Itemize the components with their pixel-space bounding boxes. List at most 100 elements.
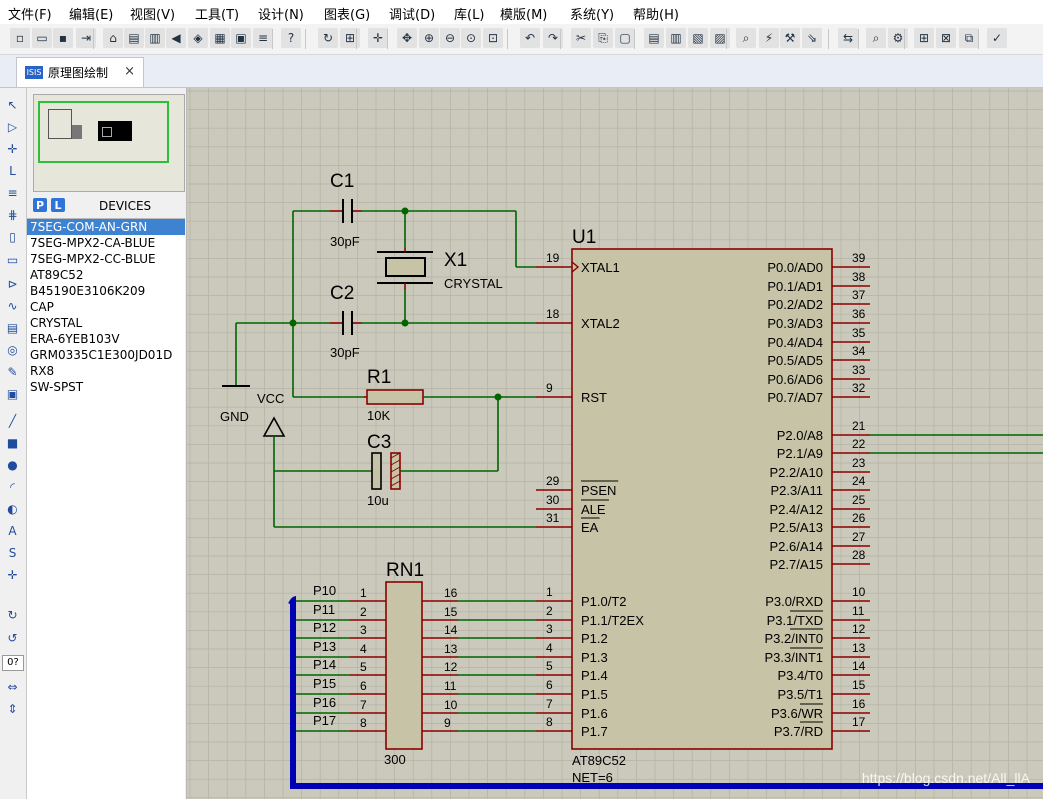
new-file-icon[interactable]: ▫: [10, 28, 30, 48]
ares-icon[interactable]: ▥: [145, 28, 165, 48]
bus-icon[interactable]: ⋕: [3, 206, 22, 223]
u1-pin-name: P2.0/A8: [777, 428, 823, 443]
menu-item-5[interactable]: 图表(G): [324, 4, 370, 23]
rotation-field[interactable]: 0?: [2, 655, 24, 671]
junction: [401, 319, 409, 327]
isis-icon[interactable]: ▤: [124, 28, 144, 48]
terminal-icon[interactable]: ▭: [3, 251, 22, 268]
box-icon[interactable]: ■: [3, 434, 22, 451]
make-device-icon[interactable]: ⚡: [759, 28, 779, 48]
device-item[interactable]: CRYSTAL: [27, 315, 185, 331]
circle-icon[interactable]: ●: [3, 456, 22, 473]
decompose-icon[interactable]: ⇘: [802, 28, 822, 48]
rotate-ccw-icon[interactable]: ↺: [3, 629, 22, 646]
text-script-icon[interactable]: ≡: [3, 184, 22, 201]
text-icon[interactable]: A: [3, 522, 22, 539]
menu-item-0[interactable]: 文件(F): [8, 4, 52, 23]
device-item[interactable]: 7SEG-MPX2-CA-BLUE: [27, 235, 185, 251]
overview-viewport[interactable]: [38, 101, 169, 163]
pick-icon[interactable]: ⌕: [736, 28, 756, 48]
select-mode-icon[interactable]: ↖: [3, 96, 22, 113]
home-icon[interactable]: ⌂: [103, 28, 123, 48]
zoom-in-icon[interactable]: ⊕: [419, 28, 439, 48]
pin-icon[interactable]: ⊳: [3, 275, 22, 292]
device-item[interactable]: 7SEG-COM-AN-GRN: [27, 219, 185, 235]
grid-icon[interactable]: ▦: [210, 28, 230, 48]
menu-item-3[interactable]: 工具(T): [195, 4, 239, 23]
undo-icon[interactable]: ↶: [520, 28, 540, 48]
subcircuit-icon[interactable]: ▯: [3, 228, 22, 245]
pan-icon[interactable]: ✥: [397, 28, 417, 48]
device-item[interactable]: RX8: [27, 363, 185, 379]
symbol-icon[interactable]: S: [3, 544, 22, 561]
device-list[interactable]: 7SEG-COM-AN-GRN 7SEG-MPX2-CA-BLUE 7SEG-MPX…: [27, 218, 185, 799]
flip-v-icon[interactable]: ⇕: [3, 700, 22, 717]
component-icon[interactable]: ◈: [188, 28, 208, 48]
new-sheet-icon[interactable]: ⊞: [914, 28, 934, 48]
tab-schematic[interactable]: ISIS 原理图绘制 ×: [16, 57, 144, 87]
pick-devices-button[interactable]: P: [33, 198, 47, 212]
netlist-icon[interactable]: ⧉: [959, 28, 979, 48]
block-move-icon[interactable]: ▥: [666, 28, 686, 48]
device-item[interactable]: GRM0335C1E300JD01D: [27, 347, 185, 363]
tab-close-icon[interactable]: ×: [124, 64, 135, 79]
tape-icon[interactable]: ▤: [3, 319, 22, 336]
remove-sheet-icon[interactable]: ⊠: [936, 28, 956, 48]
zoom-area-icon[interactable]: ⊡: [483, 28, 503, 48]
block-rotate-icon[interactable]: ▧: [688, 28, 708, 48]
help-icon[interactable]: ?: [281, 28, 301, 48]
wire-autoroute-icon[interactable]: ⇆: [838, 28, 858, 48]
menu-item-4[interactable]: 设计(N): [258, 4, 304, 23]
property-icon[interactable]: ⚙: [888, 28, 908, 48]
device-item[interactable]: CAP: [27, 299, 185, 315]
paste-icon[interactable]: ▢: [615, 28, 635, 48]
path-icon[interactable]: ◐: [3, 500, 22, 517]
zoom-all-icon[interactable]: ⊙: [461, 28, 481, 48]
rotate-cw-icon[interactable]: ↻: [3, 606, 22, 623]
bom-icon[interactable]: ≡: [253, 28, 273, 48]
origin-icon[interactable]: ✛: [368, 28, 388, 48]
block-delete-icon[interactable]: ▨: [710, 28, 730, 48]
back-icon[interactable]: ◀: [166, 28, 186, 48]
rn1-body[interactable]: [385, 581, 423, 750]
device-item[interactable]: 7SEG-MPX2-CC-BLUE: [27, 251, 185, 267]
menu-item-7[interactable]: 库(L): [454, 4, 484, 23]
package-icon[interactable]: ⚒: [780, 28, 800, 48]
copy-icon[interactable]: ⎘: [593, 28, 613, 48]
library-button[interactable]: L: [51, 198, 65, 212]
menu-item-6[interactable]: 调试(D): [389, 4, 435, 23]
menu-item-10[interactable]: 帮助(H): [633, 4, 679, 23]
component-mode-icon[interactable]: ▷: [3, 118, 22, 135]
graph-icon[interactable]: ∿: [3, 297, 22, 314]
search-icon[interactable]: ⌕: [866, 28, 886, 48]
device-item[interactable]: B45190E3106K209: [27, 283, 185, 299]
save-icon[interactable]: ▪: [53, 28, 73, 48]
flip-h-icon[interactable]: ⇔: [3, 678, 22, 695]
wire-label-icon[interactable]: L: [3, 162, 22, 179]
overview-window[interactable]: [33, 94, 185, 192]
menu-item-9[interactable]: 系统(Y): [570, 4, 614, 23]
grid-toggle-icon[interactable]: ⊞: [340, 28, 360, 48]
schematic-svg[interactable]: U1AT89C52NET=619XTAL118XTAL29RST29PSEN30…: [187, 88, 1043, 799]
menu-item-8[interactable]: 模版(M): [500, 4, 547, 23]
device-item[interactable]: ERA-6YEB103V: [27, 331, 185, 347]
marker-icon[interactable]: ✛: [3, 566, 22, 583]
check-icon[interactable]: ✓: [987, 28, 1007, 48]
report-icon[interactable]: ▣: [231, 28, 251, 48]
arc-icon[interactable]: ◜: [3, 478, 22, 495]
schematic-canvas[interactable]: U1 AT89C52 NET=6 19 XTAL1 18 XTAL2 9 RST 29 PSEN 30…: [187, 88, 1043, 799]
device-item[interactable]: AT89C52: [27, 267, 185, 283]
menu-item-2[interactable]: 视图(V): [130, 4, 175, 23]
open-folder-icon[interactable]: ▭: [32, 28, 52, 48]
block-copy-icon[interactable]: ▤: [644, 28, 664, 48]
cut-icon[interactable]: ✂: [571, 28, 591, 48]
menu-item-1[interactable]: 编辑(E): [69, 4, 113, 23]
probe-icon[interactable]: ✎: [3, 363, 22, 380]
generator-icon[interactable]: ◎: [3, 341, 22, 358]
refresh-icon[interactable]: ↻: [318, 28, 338, 48]
zoom-out-icon[interactable]: ⊖: [440, 28, 460, 48]
line-icon[interactable]: ╱: [3, 412, 22, 429]
device-item[interactable]: SW-SPST: [27, 379, 185, 395]
junction-mode-icon[interactable]: ✛: [3, 140, 22, 157]
instrument-icon[interactable]: ▣: [3, 385, 22, 402]
